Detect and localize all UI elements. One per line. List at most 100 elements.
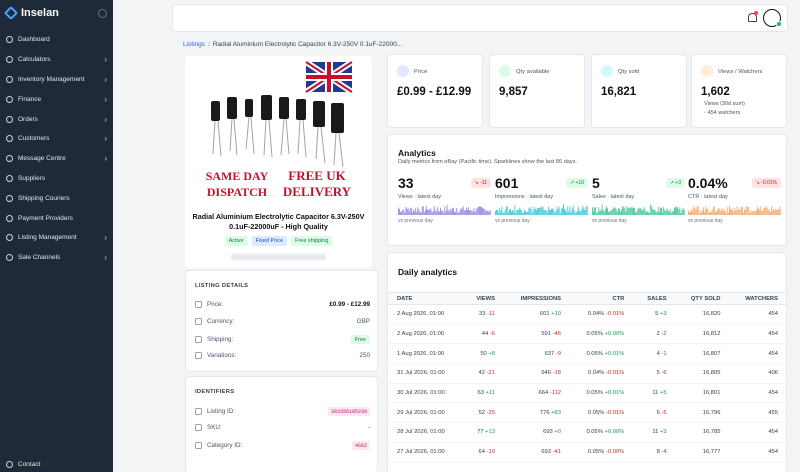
sparkline-bar [615,208,617,215]
table-row[interactable]: 30 Jul 2026, 01:00 63 +11 664 -112 0.05% +0… [388,383,786,404]
sparkline-bar [736,206,738,215]
analytics-title: Analytics [398,148,436,158]
sparkline-bar [426,206,427,215]
table-row[interactable]: 28 Jul 2026, 01:00 77 +13 693 +0 0.05% +0.0… [388,422,786,443]
truck-icon [195,336,202,343]
table-row[interactable]: 27 Jul 2026, 01:00 64 -10 693 -41 0.05% -0.… [388,442,786,463]
stat-card-qty-sold: Qty sold 16,821 [591,54,687,128]
sparkline-bar [419,211,421,215]
cell-delta: -25 [486,409,495,416]
sidebar-item-message-centre[interactable]: Message Centre › [0,149,113,169]
sparkline-bar [456,207,458,215]
sidebar-item-calculators[interactable]: Calculators › [0,50,113,70]
sparkline-bar [561,207,563,215]
sparkline-bar [527,211,529,215]
sidebar-item-listing-management[interactable]: Listing Management › [0,228,113,248]
identifiers-card: IDENTIFIERS Listing ID: 383356185239 SKU… [185,376,378,472]
sparkline-bar [668,211,670,215]
sparkline-bar [777,209,779,215]
sparkline-bar [624,207,626,215]
cell-ctr: 0.05% -0.00% [570,442,634,463]
sparkline-bar [519,208,521,215]
cell-value: 33 [478,311,486,318]
sparkline [495,204,588,215]
sparkline-bar [641,210,643,215]
sparkline-bar [551,208,552,215]
table-row[interactable]: 31 Jul 2026, 01:00 42 -21 646 -18 0.04% -0.… [388,363,786,384]
message-centre-icon [6,155,13,163]
sparkline-bar [723,208,725,215]
identifier-row-sku: SKU: - [195,424,370,431]
sidebar-item-shipping-couriers[interactable]: Shipping Couriers [0,188,113,208]
sparkline-bar [475,209,477,215]
sparkline-bar [689,211,690,215]
kpi-delta: +10 [575,180,584,186]
sparkline-bar [556,206,558,215]
sparkline-bar [537,207,538,215]
column-header-watchers[interactable]: WATCHERS [729,292,786,305]
chevron-right-icon: › [104,154,107,164]
sidebar-item-finance[interactable]: Finance › [0,89,113,109]
product-card: SAME DAY DISPATCH FREE UK DELIVERY Radia… [185,56,372,268]
sparkline-bar [576,212,577,215]
sparkline-bar [630,207,632,215]
sparkline-bar [399,209,400,215]
sparkline-bar [522,212,523,215]
sidebar-item-contact[interactable]: Contact [0,456,113,472]
sidebar-item-dashboard[interactable]: Dashboard [0,30,113,50]
identifier-value[interactable]: 4662 [351,441,370,450]
orders-icon [6,115,13,123]
stat-label: Qty sold [618,69,640,75]
cell-delta: -21 [486,370,495,377]
sparkline-bar [767,209,769,215]
sidebar-item-customers[interactable]: Customers › [0,129,113,149]
cell-value: 8 [656,449,660,456]
sparkline-bar [538,208,539,215]
column-header-qty-sold[interactable]: QTY SOLD [675,292,730,305]
column-header-views[interactable]: VIEWS [462,292,504,305]
sparkline-bar [708,211,710,215]
table-row[interactable]: 2 Aug 2026, 01:00 33 -11 601 +10 0.04% -0.0… [388,304,786,325]
sidebar-item-orders[interactable]: Orders › [0,109,113,129]
sparkline-bar [683,209,685,215]
sparkline-bar [528,207,530,215]
collapse-sidebar-icon[interactable] [98,8,107,18]
column-header-impressions[interactable]: IMPRESSIONS [504,292,571,305]
cell-value: 30 Jul 2026, 01:00 [397,390,445,397]
sparkline-bar [418,209,420,215]
sidebar-item-payment-providers[interactable]: Payment Providers [0,208,113,228]
sparkline-bar [693,206,695,215]
brand[interactable]: Inselan [0,0,113,26]
table-row[interactable]: 29 Jul 2026, 01:00 52 -25 776 +83 0.05% -0.… [388,402,786,424]
cell-value: 16,820 [702,311,721,318]
cell-ctr: 0.05% +0.00% [570,422,634,443]
column-header-ctr[interactable]: CTR [570,292,634,305]
cell-value: 601 [539,311,550,318]
cell-sales: 4 -1 [633,343,676,365]
table-row[interactable]: 1 Aug 2026, 01:00 50 +8 637 -9 0.05% +0.01%… [388,343,786,365]
chevron-right-icon: › [104,134,107,144]
sparkline-bar [570,212,572,215]
kpi-delta-badge: ↗ +10 [565,178,588,188]
sparkline-bar [525,211,527,215]
column-header-sales[interactable]: SALES [633,292,676,305]
sparkline-bar [407,208,409,215]
identifier-value[interactable]: 383356185239 [327,407,370,416]
status-badge-fixed-price: Fixed Price [251,236,288,246]
sparkline-bar [447,209,449,215]
breadcrumb-listings-link[interactable]: Listings [183,41,205,48]
sparkline-bar [557,209,559,215]
sidebar-item-sale-channels[interactable]: Sale Channels › [0,248,113,268]
cell-date: 27 Jul 2026, 01:00 [388,442,463,463]
cell-date: 30 Jul 2026, 01:00 [388,383,463,404]
sparkline-bar [553,209,555,215]
sparkline-bar [774,209,776,215]
column-header-date[interactable]: DATE [388,292,463,305]
avatar[interactable] [763,9,782,27]
sparkline-bar [515,212,517,215]
sparkline-bar [622,206,624,215]
sidebar-item-suppliers[interactable]: Suppliers [0,169,113,189]
calculators-icon [6,56,13,64]
sidebar-item-inventory-management[interactable]: Inventory Management › [0,70,113,90]
table-row[interactable]: 2 Aug 2026, 01:00 44 -6 591 -46 0.05% +0.00… [388,324,786,345]
